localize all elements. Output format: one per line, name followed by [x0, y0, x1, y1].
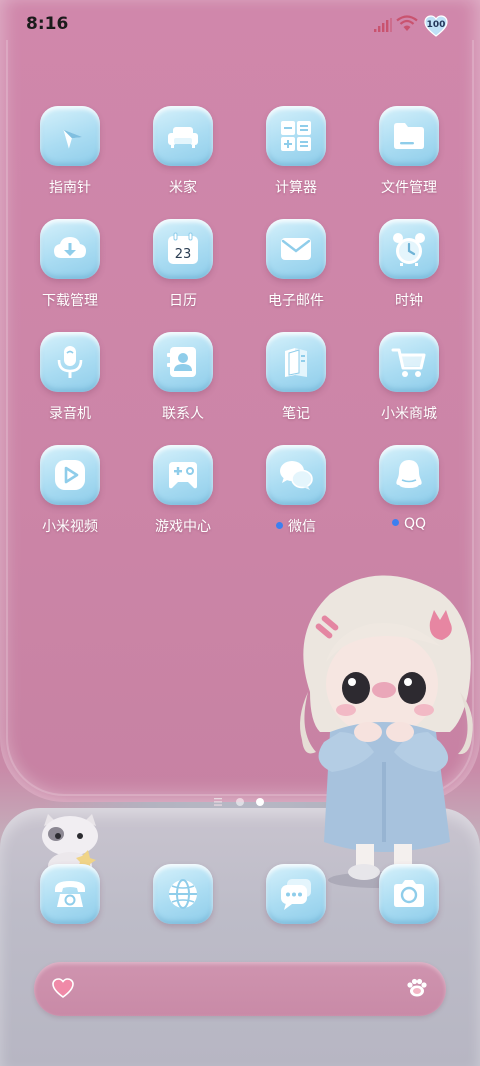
- app-recorder[interactable]: 录音机: [20, 332, 120, 436]
- heart-icon[interactable]: [52, 978, 74, 998]
- shopping-cart-icon: [391, 348, 426, 377]
- app-label: 笔记: [282, 406, 310, 422]
- play-icon: [55, 460, 85, 490]
- app-label: 时钟: [395, 293, 423, 309]
- browser-globe-icon: [169, 879, 197, 909]
- notification-dot: [391, 519, 399, 526]
- app-label: 日历: [169, 293, 197, 309]
- qq-penguin-icon: [396, 460, 422, 488]
- calculator-icon: [281, 121, 311, 151]
- app-email[interactable]: 电子邮件: [246, 219, 346, 323]
- app-mi-video[interactable]: 小米视频: [20, 445, 120, 549]
- page-indicator[interactable]: [212, 797, 272, 809]
- app-mijia[interactable]: 米家: [133, 106, 233, 210]
- page-dot[interactable]: [236, 798, 244, 806]
- search-bar[interactable]: [34, 962, 446, 1016]
- folder-icon: [394, 123, 424, 149]
- app-qq[interactable]: QQ: [359, 445, 459, 549]
- app-clock[interactable]: 时钟: [359, 219, 459, 323]
- wifi-icon: [396, 15, 418, 31]
- notification-dot: [276, 522, 283, 529]
- battery-level: 100: [426, 20, 446, 30]
- app-label: 下载管理: [42, 293, 98, 309]
- app-calendar[interactable]: 23 日历: [133, 219, 233, 323]
- gamepad-icon: [169, 462, 197, 489]
- signal-icon: [374, 18, 392, 32]
- app-contacts[interactable]: 联系人: [133, 332, 233, 436]
- app-label: 小米商城: [381, 406, 437, 422]
- download-icon: [54, 237, 86, 258]
- battery-indicator: 100: [424, 15, 448, 37]
- messages-icon: [281, 879, 311, 910]
- doll-figure: [300, 575, 473, 888]
- phone-icon: [55, 881, 85, 907]
- app-notes[interactable]: 笔记: [246, 332, 346, 436]
- status-bar: 8:16 100: [0, 0, 480, 50]
- calendar-date: 23: [175, 247, 192, 262]
- app-label: 计算器: [275, 180, 317, 196]
- microphone-icon: [57, 346, 83, 378]
- app-label: QQ: [359, 516, 459, 532]
- paw-icon[interactable]: [406, 978, 428, 998]
- dock-browser[interactable]: [133, 864, 233, 926]
- status-time: 8:16: [26, 14, 69, 34]
- compass-icon: [63, 129, 83, 149]
- page-list-icon: [214, 798, 222, 806]
- app-compass[interactable]: 指南针: [20, 106, 120, 210]
- chat-bubbles-icon: [280, 461, 313, 490]
- app-file-manager[interactable]: 文件管理: [359, 106, 459, 210]
- dock-camera[interactable]: [359, 864, 459, 926]
- dock-phone[interactable]: [20, 864, 120, 926]
- app-label: 联系人: [162, 406, 204, 422]
- app-label: 文件管理: [381, 180, 437, 196]
- calendar-icon: 23: [168, 232, 198, 264]
- app-label: 米家: [169, 180, 197, 196]
- app-label: 游戏中心: [155, 519, 211, 535]
- sofa-icon: [168, 127, 198, 148]
- app-label: 录音机: [49, 406, 91, 422]
- contact-card-icon: [167, 347, 196, 377]
- app-mi-store[interactable]: 小米商城: [359, 332, 459, 436]
- page-dot-active[interactable]: [256, 798, 264, 806]
- notes-icon: [285, 348, 307, 377]
- app-label: 电子邮件: [268, 293, 324, 309]
- dock-messages[interactable]: [246, 864, 346, 926]
- app-wechat[interactable]: 微信: [246, 445, 346, 549]
- app-label: 指南针: [49, 180, 91, 196]
- app-calculator[interactable]: 计算器: [246, 106, 346, 210]
- app-label: 微信: [246, 516, 346, 536]
- alarm-clock-icon: [393, 233, 425, 266]
- app-download-manager[interactable]: 下载管理: [20, 219, 120, 323]
- camera-icon: [394, 880, 424, 907]
- app-label: 小米视频: [42, 519, 98, 535]
- mail-icon: [281, 238, 311, 260]
- app-game-center[interactable]: 游戏中心: [133, 445, 233, 549]
